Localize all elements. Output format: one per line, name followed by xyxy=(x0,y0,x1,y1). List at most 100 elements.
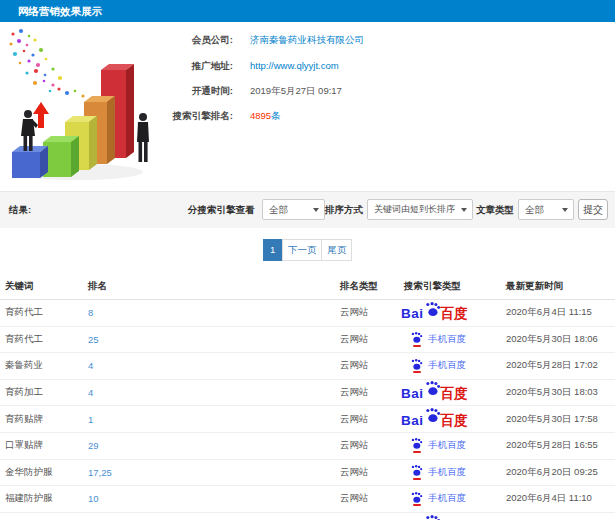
table-row: 育药加工 4 云网站 Bai 百度 2020年5月30日 18:03 xyxy=(0,380,615,407)
baidu-mobile-logo: 手机百度 xyxy=(410,359,466,374)
cell-engine-type: 手机百度 xyxy=(401,327,466,353)
cell-keyword: 口罩贴牌 xyxy=(5,433,43,459)
cell-engine-type: Bai 百度 xyxy=(401,300,468,326)
engine-filter-label: 分搜索引擎查看 xyxy=(188,199,255,220)
baidu-mobile-logo-text: 手机百度 xyxy=(428,439,466,452)
sort-filter-value: 关键词由短到长排序 xyxy=(374,204,455,214)
table-row: 育药代工8云网站Bai百度2020年6月4日 11:15 xyxy=(0,300,615,327)
info-field-row: 搜索引擎排名:4895条 xyxy=(0,108,615,124)
cell-rank[interactable]: 4 xyxy=(88,353,93,379)
cell-engine-type: 手机百度 xyxy=(401,486,466,512)
cell-engine-type: 手机百度 xyxy=(401,460,466,486)
cell-engine-type: Bai百度 xyxy=(401,513,468,520)
info-field-value[interactable]: http://www.qlyyjt.com xyxy=(250,58,339,74)
info-field-value: 2019年5月27日 09:17 xyxy=(250,83,342,99)
pagination-next[interactable]: 下一页 xyxy=(282,239,323,261)
cell-rank-type: 云网站 xyxy=(340,380,369,406)
pagination: 1 下一页 尾页 xyxy=(0,239,615,261)
cell-rank[interactable]: 4 xyxy=(88,380,93,406)
submit-button[interactable]: 提交 xyxy=(578,199,608,220)
chevron-down-icon xyxy=(562,208,568,212)
baidu-paw-icon xyxy=(424,515,441,520)
table-row: Bai百度 xyxy=(0,513,615,520)
cell-rank[interactable]: 8 xyxy=(88,300,93,326)
baidu-paw-icon xyxy=(424,381,441,398)
cell-updated: 2020年6月4日 11:10 xyxy=(506,486,592,512)
cell-rank[interactable]: 1 xyxy=(88,406,93,432)
page-title: 网络营销效果展示 xyxy=(18,0,102,22)
engine-filter-value: 全部 xyxy=(269,204,288,215)
cell-rank-type: 云网站 xyxy=(340,300,369,326)
baidu-logo-bai: Bai xyxy=(401,307,424,320)
table-row: 育药代工25云网站手机百度2020年5月30日 18:06 xyxy=(0,327,615,354)
cell-keyword: 秦鲁药业 xyxy=(5,353,43,379)
baidu-mobile-paw-icon xyxy=(410,438,423,453)
table-row: 福建防护服 10 云网站 手机百度 2020年6月4日 11:10 xyxy=(0,486,615,513)
baidu-mobile-logo: 手机百度 xyxy=(410,465,466,480)
info-field-label: 推广地址: xyxy=(100,58,233,74)
info-field-row: 开通时间: 2019年5月27日 09:17 xyxy=(0,83,615,99)
baidu-logo-du: 百度 xyxy=(441,414,468,427)
article-filter-select[interactable]: 全部 xyxy=(518,199,574,220)
pagination-last[interactable]: 尾页 xyxy=(321,239,352,261)
baidu-mobile-logo-text: 手机百度 xyxy=(428,333,466,346)
cell-updated: 2020年5月28日 17:02 xyxy=(506,353,598,379)
sort-filter-select[interactable]: 关键词由短到长排序 xyxy=(367,199,473,220)
baidu-paw-icon xyxy=(424,302,441,319)
cell-rank-type: 云网站 xyxy=(340,460,369,486)
cell-rank[interactable]: 25 xyxy=(88,327,99,353)
cell-keyword: 育药贴牌 xyxy=(5,406,43,432)
header-rank-type: 排名类型 xyxy=(340,274,378,299)
cell-rank-type: 云网站 xyxy=(340,433,369,459)
baidu-paw-icon xyxy=(424,408,441,425)
cell-updated: 2020年5月30日 17:58 xyxy=(506,406,598,432)
cell-rank-type: 云网站 xyxy=(340,406,369,432)
chevron-down-icon xyxy=(313,208,319,212)
bar-chart-illustration xyxy=(5,28,165,180)
result-count: 4895 xyxy=(250,110,271,121)
cell-keyword: 育药加工 xyxy=(5,380,43,406)
table-row: 秦鲁药业 4 云网站 手机百度 2020年5月28日 17:02 xyxy=(0,353,615,380)
table-row: 育药贴牌 1 云网站 Bai百度 2020年5月30日 17:58 xyxy=(0,406,615,433)
cell-keyword: 福建防护服 xyxy=(5,486,53,512)
baidu-mobile-paw-icon xyxy=(410,465,423,480)
cell-rank-type: 云网站 xyxy=(340,486,369,512)
cell-keyword: 金华防护服 xyxy=(5,460,53,486)
baidu-logo-du: 百度 xyxy=(441,387,468,400)
table-header-row: 关键词 排名 排名类型 搜索引擎类型 最新更新时间 xyxy=(0,274,615,300)
baidu-mobile-logo: 手机百度 xyxy=(410,438,466,453)
cell-updated: 2020年5月30日 18:03 xyxy=(506,380,598,406)
cell-rank[interactable]: 29 xyxy=(88,433,99,459)
info-field-row: 推广地址: http://www.qlyyjt.com xyxy=(0,58,615,74)
baidu-mobile-logo: 手机百度 xyxy=(410,492,466,507)
info-field-value[interactable]: 济南秦鲁药业科技有限公司 xyxy=(250,32,364,48)
article-filter-value: 全部 xyxy=(525,204,544,215)
baidu-mobile-logo-text: 手机百度 xyxy=(428,359,466,372)
cell-rank[interactable]: 17,25 xyxy=(88,460,112,486)
filter-bar: 结果: 分搜索引擎查看 全部 排序方式 关键词由短到长排序 文章类型 全部 提交 xyxy=(0,191,615,228)
cell-updated: 2020年6月20日 09:25 xyxy=(506,460,598,486)
page-header: 网络营销效果展示 xyxy=(0,0,615,22)
baidu-pc-logo: Bai百度 xyxy=(401,414,468,427)
cell-rank-type: 云网站 xyxy=(340,353,369,379)
chevron-down-icon xyxy=(461,208,467,212)
baidu-logo-bai: Bai xyxy=(401,387,424,400)
pagination-page-1[interactable]: 1 xyxy=(263,239,283,261)
cell-rank[interactable]: 10 xyxy=(88,486,99,512)
baidu-mobile-paw-icon xyxy=(410,492,423,507)
cell-engine-type: 手机百度 xyxy=(401,433,466,459)
sort-filter-label: 排序方式 xyxy=(325,199,363,220)
header-keyword: 关键词 xyxy=(5,274,34,299)
cell-engine-type: Bai 百度 xyxy=(401,380,468,406)
cell-updated: 2020年5月28日 16:55 xyxy=(506,433,598,459)
table-row: 金华防护服 17,25 云网站 手机百度 2020年6月20日 09:25 xyxy=(0,460,615,487)
cell-engine-type: 手机百度 xyxy=(401,353,466,379)
baidu-pc-logo: Bai 百度 xyxy=(401,307,468,320)
engine-filter-select[interactable]: 全部 xyxy=(262,199,325,220)
result-label: 结果: xyxy=(9,199,31,220)
baidu-mobile-paw-icon xyxy=(410,359,423,374)
baidu-mobile-logo-text: 手机百度 xyxy=(428,492,466,505)
results-table: 关键词 排名 排名类型 搜索引擎类型 最新更新时间 育药代工8云网站Bai百度2… xyxy=(0,274,615,520)
info-field-label: 开通时间: xyxy=(100,83,233,99)
baidu-logo-du: 百度 xyxy=(441,307,468,320)
